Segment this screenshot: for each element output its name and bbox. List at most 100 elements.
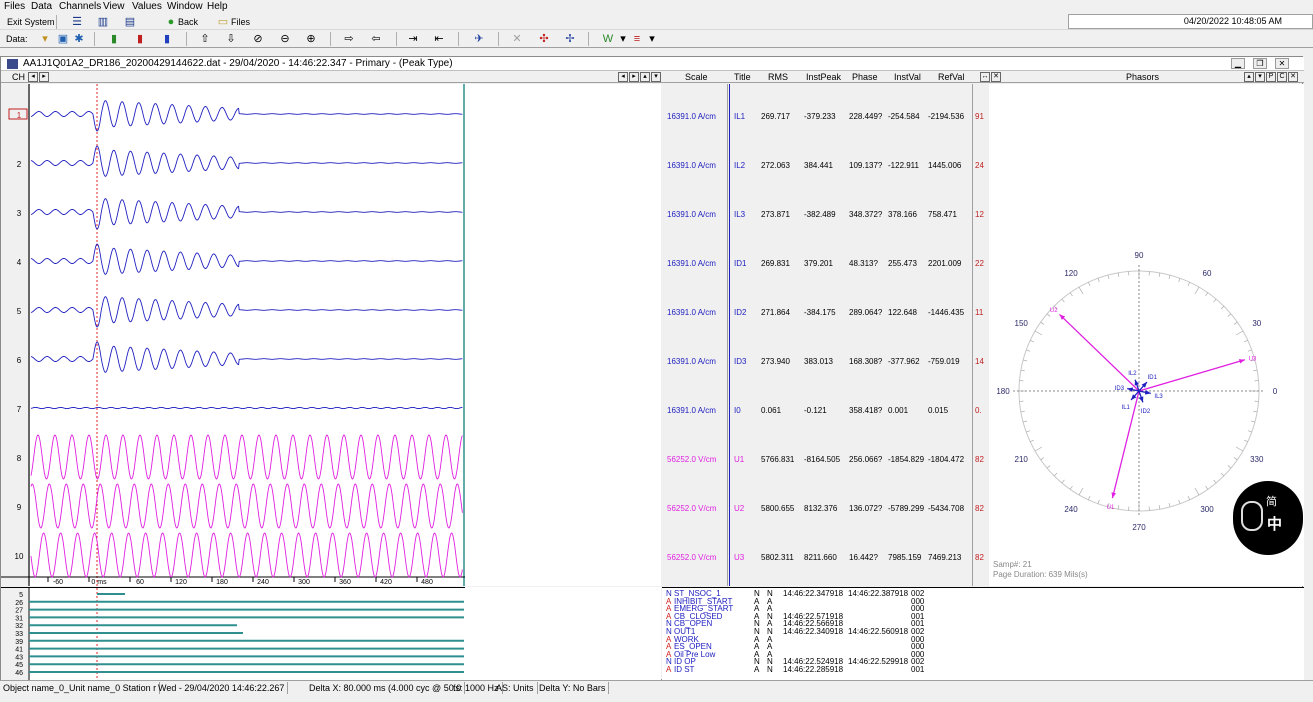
binary-channel-number[interactable]: 39 xyxy=(15,639,23,646)
zoom-fit-icon[interactable]: ⊘ xyxy=(251,32,265,46)
phasor-p-icon[interactable]: P xyxy=(1266,72,1276,82)
menu-files[interactable]: Files xyxy=(4,1,25,12)
waveform-svg[interactable]: 12345678910-60 0 ms 60 120 180 240 300 360 420 48… xyxy=(1,84,661,586)
settings-icon[interactable]: ✱ xyxy=(72,32,86,46)
binary-channel-number[interactable]: 31 xyxy=(15,615,23,622)
menu-help[interactable]: Help xyxy=(207,1,228,12)
open-icon[interactable]: ▾ xyxy=(38,32,52,46)
down-icon[interactable]: ▾ xyxy=(651,72,661,82)
channel-trace-U2[interactable] xyxy=(30,483,463,529)
channel-number[interactable]: 4 xyxy=(17,258,22,267)
channel-trace-ID2[interactable] xyxy=(30,296,463,328)
up-icon[interactable]: ▴ xyxy=(640,72,650,82)
event-row[interactable]: A ID ST A N 14:46:22.285918 001 xyxy=(666,666,966,674)
layout-icon[interactable]: ☰ xyxy=(70,15,84,29)
page-red-icon[interactable]: ▮ xyxy=(133,32,147,46)
back-icon[interactable]: ● xyxy=(164,15,178,29)
table-row[interactable]: 56252.0 V/cm U3 5802.311 8211.660 16.442? 798… xyxy=(662,533,988,582)
table-row[interactable]: 16391.0 A/cm IL2 272.063 384.441 109.137? -12… xyxy=(662,141,988,190)
arrow-left-icon[interactable]: ⇦ xyxy=(369,32,383,46)
binary-channel-number[interactable]: 46 xyxy=(15,670,23,677)
print-icon[interactable]: ▤ xyxy=(123,15,137,29)
channel-trace-IL2[interactable] xyxy=(30,145,463,177)
channel-trace-ID1[interactable] xyxy=(30,243,463,275)
fault-icon[interactable]: ✣ xyxy=(537,32,551,46)
chevron-down-icon[interactable]: ▾ xyxy=(645,32,659,46)
arrow-down-icon[interactable]: ⇩ xyxy=(224,32,238,46)
cursor-prev-icon[interactable]: ⇤ xyxy=(432,32,446,46)
split-icon[interactable]: ▥ xyxy=(96,15,110,29)
channel-number[interactable]: 3 xyxy=(17,209,22,218)
zoom-out-icon[interactable]: ⊖ xyxy=(278,32,292,46)
channel-trace-IL1[interactable] xyxy=(30,100,463,132)
back-button[interactable]: Back xyxy=(178,15,198,29)
menu-data[interactable]: Data xyxy=(31,1,52,12)
swap-icon[interactable]: ↔ xyxy=(980,72,990,82)
event-list[interactable]: N ST_NSOC_1 N N 14:46:22.347918 14:46:22.3879… xyxy=(662,587,1304,681)
harmonics-icon[interactable]: ✕ xyxy=(510,32,524,46)
menu-view[interactable]: View xyxy=(103,1,125,12)
channel-trace-U3[interactable] xyxy=(30,532,463,578)
menu-channels[interactable]: Channels xyxy=(59,1,101,12)
waveform-icon[interactable]: W xyxy=(601,32,615,46)
close-table-icon[interactable]: ✕ xyxy=(991,72,1001,82)
channel-number[interactable]: 7 xyxy=(17,405,22,414)
binary-channel-number[interactable]: 45 xyxy=(15,662,23,669)
arrow-right-icon[interactable]: ⇨ xyxy=(342,32,356,46)
channel-trace-IL3[interactable] xyxy=(30,198,463,230)
binary-channels-panel[interactable]: 5 26 27 31 32 33 39 41 43 45 46 xyxy=(1,587,465,682)
menu-values[interactable]: Values xyxy=(132,1,162,12)
binary-channel-number[interactable]: 26 xyxy=(15,600,23,607)
chevron-down-icon[interactable]: ▾ xyxy=(616,32,630,46)
channels-all-icon[interactable]: ≡ xyxy=(630,32,644,46)
binary-channel-number[interactable]: 32 xyxy=(15,623,23,630)
phasor-up-icon[interactable]: ▴ xyxy=(1244,72,1254,82)
page-blue-icon[interactable]: ▮ xyxy=(160,32,174,46)
save-icon[interactable]: ▣ xyxy=(56,32,70,46)
table-row[interactable]: 56252.0 V/cm U2 5800.655 8132.376 136.072? -5… xyxy=(662,484,988,533)
channel-number[interactable]: 2 xyxy=(17,160,22,169)
phasor-c-icon[interactable]: C xyxy=(1277,72,1287,82)
waveform-panel[interactable]: 1 2 3 4 5 6 7 8 9 10 -60 0 ms 60 120 180 240 300 360 420 48… xyxy=(1,84,661,586)
table-row[interactable]: 56252.0 V/cm U1 5766.831 -8164.505 256.066? -… xyxy=(662,435,988,484)
phasor-vector-U2[interactable] xyxy=(1059,313,1140,392)
expand-icon[interactable]: ▸ xyxy=(629,72,639,82)
channel-number[interactable]: 6 xyxy=(17,356,22,365)
binary-channel-number[interactable]: 5 xyxy=(19,592,23,599)
scroll-left-icon[interactable]: ◂ xyxy=(28,72,38,82)
table-row[interactable]: 16391.0 A/cm IL3 273.871 -382.489 348.372? 37… xyxy=(662,190,988,239)
menu-window[interactable]: Window xyxy=(167,1,203,12)
table-row[interactable]: 16391.0 A/cm IL1 269.717 -379.233 228.449? -2… xyxy=(662,92,988,141)
binary-channel-number[interactable]: 41 xyxy=(15,647,23,654)
channel-trace-I0[interactable] xyxy=(30,406,463,410)
folder-icon[interactable]: ▭ xyxy=(216,15,230,29)
channel-number[interactable]: 9 xyxy=(17,503,22,512)
table-row[interactable]: 16391.0 A/cm ID2 271.864 -384.175 289.064? 12… xyxy=(662,288,988,337)
binary-channels-svg[interactable]: 526273132333941434546 xyxy=(1,588,465,682)
channel-number[interactable]: 8 xyxy=(17,454,22,463)
minimize-button[interactable]: ▁ xyxy=(1231,58,1245,69)
collapse-icon[interactable]: ◂ xyxy=(618,72,628,82)
table-row[interactable]: 16391.0 A/cm I0 0.061 -0.121 358.418? 0.001 0.… xyxy=(662,386,988,435)
table-row[interactable]: 16391.0 A/cm ID3 273.940 383.013 168.308? -37… xyxy=(662,337,988,386)
analysis-icon[interactable]: ✈ xyxy=(472,32,486,46)
arrow-up-icon[interactable]: ⇧ xyxy=(198,32,212,46)
files-button[interactable]: Files xyxy=(231,15,250,29)
channel-number[interactable]: 10 xyxy=(15,552,24,561)
binary-channel-number[interactable]: 33 xyxy=(15,631,23,638)
cursor-next-icon[interactable]: ⇥ xyxy=(406,32,420,46)
close-button[interactable]: ✕ xyxy=(1275,58,1289,69)
channel-number[interactable]: 5 xyxy=(17,307,22,316)
binary-channel-number[interactable]: 43 xyxy=(15,654,23,661)
channel-trace-ID3[interactable] xyxy=(30,341,463,373)
zoom-in-icon[interactable]: ⊕ xyxy=(304,32,318,46)
vector-icon[interactable]: ✢ xyxy=(563,32,577,46)
table-row[interactable]: 16391.0 A/cm ID1 269.831 379.201 48.313? 255.… xyxy=(662,239,988,288)
phasor-close-icon[interactable]: ✕ xyxy=(1288,72,1298,82)
ime-badge[interactable]: 简 中 xyxy=(1233,481,1303,555)
phasor-down-icon[interactable]: ▾ xyxy=(1255,72,1265,82)
restore-button[interactable]: ❐ xyxy=(1253,58,1267,69)
binary-channel-number[interactable]: 27 xyxy=(15,608,23,615)
channel-trace-U1[interactable] xyxy=(30,434,463,480)
scroll-right-icon[interactable]: ▸ xyxy=(39,72,49,82)
